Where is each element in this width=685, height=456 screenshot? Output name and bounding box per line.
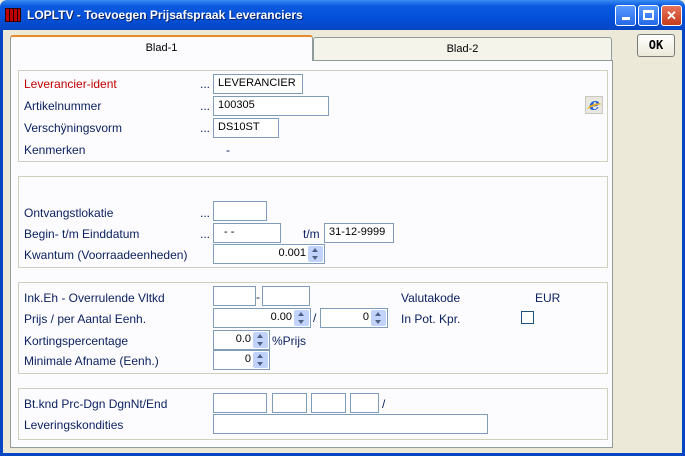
spin-icon[interactable] [371,310,386,326]
btknd-field-1[interactable] [213,393,267,413]
minimize-icon [621,17,630,20]
title-bar: LOPLTV - Toevoegen Prijsafspraak Leveran… [0,0,685,30]
maximize-button[interactable] [638,5,659,26]
tm-label: t/m [303,227,320,241]
maximize-icon [643,10,654,20]
btknd-field-4[interactable] [350,393,379,413]
begin-label: Begin- t/m Einddatum [24,227,140,241]
inkeh-field[interactable] [213,286,256,306]
prijs-label: Prijs / per Aantal Eenh. [24,312,147,326]
minimale-stepper[interactable]: 0 [213,350,270,370]
spin-icon[interactable] [253,332,268,348]
btknd-field-2[interactable] [272,393,307,413]
kwantum-stepper[interactable]: 0.001 [213,244,325,264]
dots: ... [200,77,211,91]
spin-icon[interactable] [308,246,323,262]
minimale-label: Minimale Afname (Eenh.) [24,354,159,368]
artikel-field[interactable]: 100305 [213,96,329,116]
inkeh-dash: - [256,290,260,304]
prijs-value: 0.00 [270,311,292,323]
verschijning-label: Verschÿningsvorm [24,121,123,135]
kwantum-value: 0.001 [278,247,306,259]
tab-blad-2[interactable]: Blad-2 [313,37,612,61]
kenmerken-value: - [226,143,230,157]
levering-field[interactable] [213,414,488,434]
eind-date-field[interactable]: 31-12-9999 [324,223,394,243]
begin-date-field[interactable]: - - [213,223,281,243]
btknd-field-3[interactable] [311,393,346,413]
kwantum-label: Kwantum (Voorraadeenheden) [24,248,188,262]
korting-value: 0.0 [235,333,251,345]
kenmerken-label: Kenmerken [24,143,86,157]
btknd-label: Bt.knd Prc-Dgn DgnNt/End [24,397,168,411]
artikel-label: Artikelnummer [24,99,102,113]
btknd-slash: / [382,397,386,411]
verschijning-field[interactable]: DS10ST [213,118,279,138]
korting-stepper[interactable]: 0.0 [213,330,270,350]
ok-button[interactable]: OK [637,34,675,57]
minimale-value: 0 [244,353,251,365]
leverancier-label: Leverancier-ident [24,77,117,91]
minimize-button[interactable] [615,5,636,26]
prijs-stepper[interactable]: 0.00 [213,308,311,328]
dots: ... [200,206,211,220]
dots: ... [200,121,211,135]
inpot-label: In Pot. Kpr. [401,312,461,326]
korting-label: Kortingspercentage [24,334,129,348]
aantal-value: 0 [362,311,369,323]
vltkd-field[interactable] [262,286,310,306]
leverancier-field[interactable]: LEVERANCIER [213,74,303,94]
spin-icon[interactable] [253,352,268,368]
levering-label: Leveringskondities [24,418,124,432]
close-icon: ✕ [666,8,677,23]
valutakode-value: EUR [535,291,561,305]
valutakode-label: Valutakode [401,291,461,305]
dots: ... [200,99,211,113]
ontvangst-field[interactable] [213,201,267,221]
inkeh-label: Ink.Eh - Overrulende Vltkd [24,291,165,305]
aantal-stepper[interactable]: 0 [320,308,388,328]
ontvangst-label: Ontvangstlokatie [24,206,114,220]
browser-icon[interactable] [585,95,603,115]
tab-blad-1[interactable]: Blad-1 [10,35,313,61]
korting-unit: %Prijs [272,334,307,348]
prijs-slash: / [313,311,317,325]
spin-icon[interactable] [294,310,309,326]
dots: ... [200,227,211,241]
window-title: LOPLTV - Toevoegen Prijsafspraak Leveran… [27,8,303,22]
app-icon [5,8,21,22]
inpot-checkbox[interactable] [521,311,534,324]
close-button[interactable]: ✕ [661,5,682,26]
